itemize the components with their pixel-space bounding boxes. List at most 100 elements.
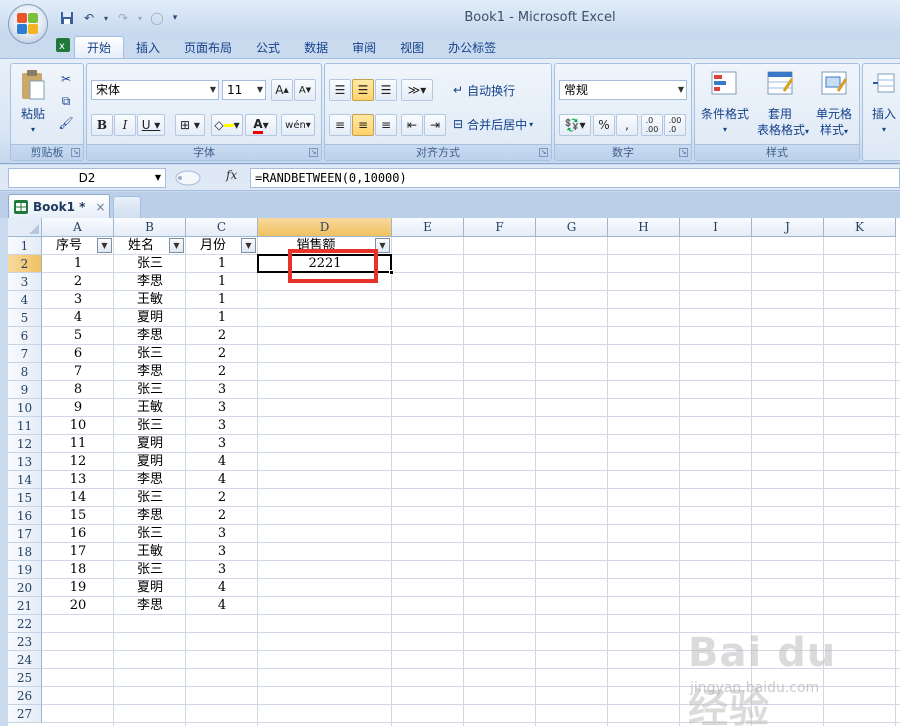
- cell-c8[interactable]: 2: [186, 363, 258, 381]
- orientation-icon[interactable]: ≫▾: [401, 79, 433, 101]
- alignment-launcher-icon[interactable]: ↘: [539, 148, 548, 157]
- merge-center-button[interactable]: ⊟ 合并后居中 ▾: [453, 114, 551, 134]
- column-header-d[interactable]: D: [258, 218, 392, 237]
- cell-a18[interactable]: 17: [42, 543, 114, 561]
- column-header-i[interactable]: I: [680, 218, 752, 237]
- row-header-9[interactable]: 9: [8, 381, 42, 399]
- cell-b18[interactable]: 王敏: [114, 543, 186, 561]
- cell-a21[interactable]: 20: [42, 597, 114, 615]
- italic-icon[interactable]: I: [114, 114, 136, 136]
- insert-function-button[interactable]: fx: [226, 168, 237, 182]
- insert-cells-icon[interactable]: [871, 70, 897, 96]
- cell-b10[interactable]: 王敏: [114, 399, 186, 417]
- cell-c11[interactable]: 3: [186, 417, 258, 435]
- cell-c5[interactable]: 1: [186, 309, 258, 327]
- cell-b15[interactable]: 张三: [114, 489, 186, 507]
- cell-a10[interactable]: 9: [42, 399, 114, 417]
- cell-a7[interactable]: 6: [42, 345, 114, 363]
- increase-decimal-icon[interactable]: .0.00: [641, 114, 663, 136]
- cell-c21[interactable]: 4: [186, 597, 258, 615]
- decrease-decimal-icon[interactable]: .00.0: [664, 114, 686, 136]
- cell-a20[interactable]: 19: [42, 579, 114, 597]
- row-header-21[interactable]: 21: [8, 597, 42, 615]
- cell-a4[interactable]: 3: [42, 291, 114, 309]
- cell-c15[interactable]: 2: [186, 489, 258, 507]
- decrease-font-icon[interactable]: A ▼: [294, 79, 316, 101]
- cell-c14[interactable]: 4: [186, 471, 258, 489]
- tab-home[interactable]: 开始: [74, 36, 125, 58]
- row-header-6[interactable]: 6: [8, 327, 42, 345]
- cell-b8[interactable]: 李思: [114, 363, 186, 381]
- cell-b6[interactable]: 李思: [114, 327, 186, 345]
- row-header-1[interactable]: 1: [8, 237, 42, 255]
- header-cell-a[interactable]: 序号: [42, 237, 96, 255]
- cell-c17[interactable]: 3: [186, 525, 258, 543]
- row-header-2[interactable]: 2: [8, 255, 42, 273]
- cell-c13[interactable]: 4: [186, 453, 258, 471]
- cell-b13[interactable]: 夏明: [114, 453, 186, 471]
- column-header-g[interactable]: G: [536, 218, 608, 237]
- cell-styles-label-1[interactable]: 单元格: [809, 106, 859, 122]
- number-format-select[interactable]: 常规 ▼: [559, 80, 687, 100]
- cell-b5[interactable]: 夏明: [114, 309, 186, 327]
- row-header-7[interactable]: 7: [8, 345, 42, 363]
- cell-a3[interactable]: 2: [42, 273, 114, 291]
- percent-icon[interactable]: %: [593, 114, 615, 136]
- filter-dropdown-icon[interactable]: ▼: [97, 238, 112, 253]
- row-header-22[interactable]: 22: [8, 615, 42, 633]
- format-as-table-icon[interactable]: [765, 68, 795, 98]
- cell-a11[interactable]: 10: [42, 417, 114, 435]
- cell-a19[interactable]: 18: [42, 561, 114, 579]
- phonetic-icon[interactable]: wén▾: [281, 114, 315, 136]
- paste-button-label[interactable]: 粘贴: [17, 106, 49, 122]
- cell-b11[interactable]: 张三: [114, 417, 186, 435]
- cell-c20[interactable]: 4: [186, 579, 258, 597]
- row-header-18[interactable]: 18: [8, 543, 42, 561]
- align-middle-icon[interactable]: ☰: [352, 79, 374, 101]
- row-header-13[interactable]: 13: [8, 453, 42, 471]
- align-bottom-icon[interactable]: ☰: [375, 79, 397, 101]
- format-as-table-label-1[interactable]: 套用: [757, 106, 803, 122]
- cell-styles-icon[interactable]: [819, 68, 849, 98]
- cell-a13[interactable]: 12: [42, 453, 114, 471]
- tab-formulas[interactable]: 公式: [244, 36, 292, 58]
- row-header-19[interactable]: 19: [8, 561, 42, 579]
- align-right-icon[interactable]: ≡: [375, 114, 397, 136]
- column-header-h[interactable]: H: [608, 218, 680, 237]
- tab-page-layout[interactable]: 页面布局: [172, 36, 244, 58]
- row-header-15[interactable]: 15: [8, 489, 42, 507]
- tab-view[interactable]: 视图: [388, 36, 436, 58]
- row-header-17[interactable]: 17: [8, 525, 42, 543]
- cell-b21[interactable]: 李思: [114, 597, 186, 615]
- header-cell-c[interactable]: 月份: [186, 237, 240, 255]
- decrease-indent-icon[interactable]: ⇤: [401, 114, 423, 136]
- cell-b17[interactable]: 张三: [114, 525, 186, 543]
- cell-a15[interactable]: 14: [42, 489, 114, 507]
- font-name-select[interactable]: 宋体 ▼: [91, 80, 219, 100]
- cell-b14[interactable]: 李思: [114, 471, 186, 489]
- align-center-icon[interactable]: ≡: [352, 114, 374, 136]
- paste-dropdown-icon[interactable]: ▾: [27, 122, 39, 138]
- cell-b16[interactable]: 李思: [114, 507, 186, 525]
- font-launcher-icon[interactable]: ↘: [309, 148, 318, 157]
- row-header-5[interactable]: 5: [8, 309, 42, 327]
- insert-cells-label[interactable]: 插入: [869, 106, 899, 122]
- column-header-a[interactable]: A: [42, 218, 114, 237]
- copy-icon[interactable]: ⧉: [57, 92, 75, 110]
- increase-font-icon[interactable]: A ▲: [271, 79, 293, 101]
- fill-handle[interactable]: [389, 270, 394, 275]
- cell-c4[interactable]: 1: [186, 291, 258, 309]
- row-header-20[interactable]: 20: [8, 579, 42, 597]
- column-header-j[interactable]: J: [752, 218, 824, 237]
- cell-c12[interactable]: 3: [186, 435, 258, 453]
- row-header-11[interactable]: 11: [8, 417, 42, 435]
- cell-b20[interactable]: 夏明: [114, 579, 186, 597]
- comma-icon[interactable]: ,: [616, 114, 638, 136]
- bold-icon[interactable]: B: [91, 114, 113, 136]
- increase-indent-icon[interactable]: ⇥: [424, 114, 446, 136]
- underline-icon[interactable]: U ▾: [137, 114, 165, 136]
- row-header-10[interactable]: 10: [8, 399, 42, 417]
- row-header-25[interactable]: 25: [8, 669, 42, 687]
- tab-office-tabs[interactable]: 办公标签: [436, 36, 508, 58]
- row-header-4[interactable]: 4: [8, 291, 42, 309]
